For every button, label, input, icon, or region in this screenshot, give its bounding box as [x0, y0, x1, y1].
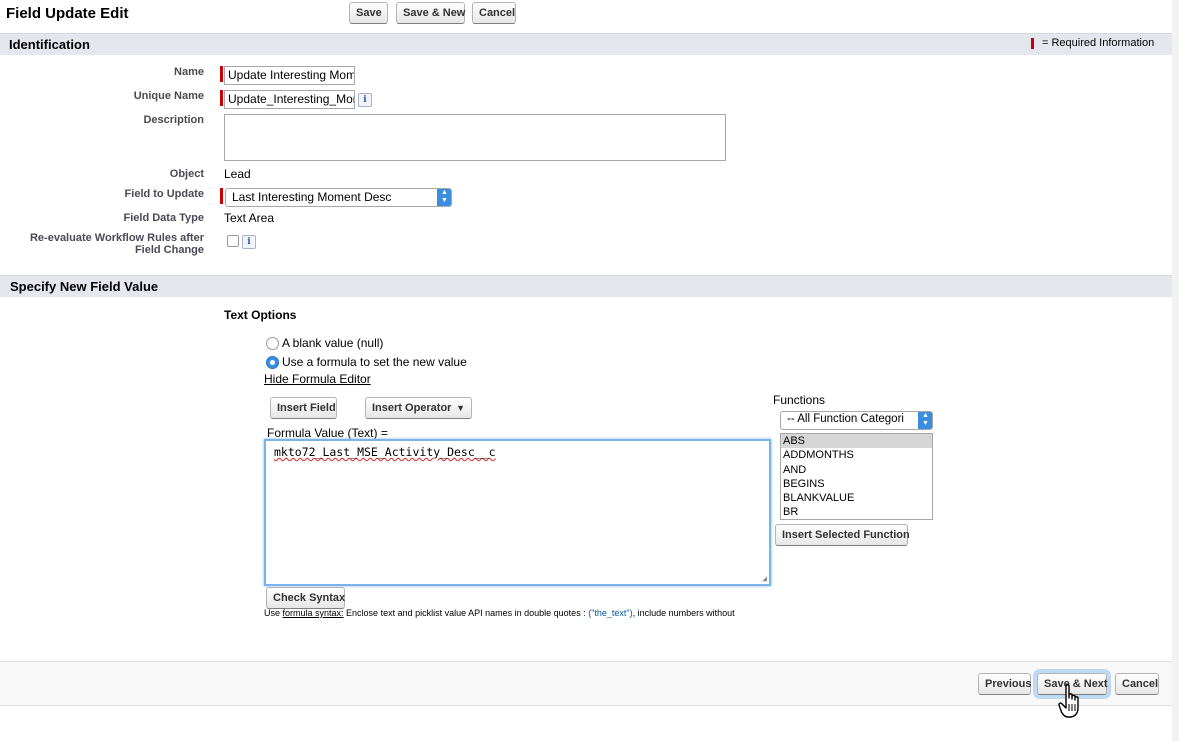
help-example: ("the_text")	[588, 608, 633, 618]
resize-handle-icon[interactable]: ◢	[762, 574, 767, 583]
formula-radio[interactable]	[266, 356, 279, 369]
insert-operator-label: Insert Operator	[372, 402, 452, 414]
window-edge	[1172, 0, 1179, 741]
field-to-update-label: Field to Update	[124, 188, 204, 200]
unique-name-info-icon[interactable]: i	[358, 93, 372, 107]
reevaluate-label: Re-evaluate Workflow Rules after Field C…	[30, 232, 204, 256]
hide-formula-editor-link[interactable]: Hide Formula Editor	[264, 372, 371, 386]
description-label: Description	[143, 114, 204, 126]
function-option[interactable]: BLANKVALUE	[781, 491, 932, 505]
formula-value-label: Formula Value (Text) =	[267, 426, 388, 440]
insert-field-button[interactable]: Insert Field	[270, 397, 337, 419]
name-label: Name	[174, 66, 204, 78]
unique-name-required-marker	[220, 90, 223, 106]
object-label: Object	[169, 168, 204, 180]
functions-listbox[interactable]: ABS ADDMONTHS AND BEGINS BLANKVALUE BR	[780, 433, 933, 520]
hand-cursor-icon	[1058, 684, 1079, 718]
field-data-type-label: Field Data Type	[123, 212, 204, 224]
reevaluate-info-icon[interactable]: i	[242, 235, 256, 249]
formula-option-label: Use a formula to set the new value	[282, 355, 467, 369]
unique-name-label: Unique Name	[133, 90, 204, 102]
reevaluate-label-line1: Re-evaluate Workflow Rules after	[29, 232, 204, 244]
select-arrows-icon: ▲ ▼	[918, 412, 932, 429]
help-text: Enclose text and picklist value API name…	[343, 608, 589, 618]
help-prefix: Use	[264, 608, 283, 618]
footer-bar: Previous Save & Next Cancel	[0, 661, 1172, 706]
name-required-marker	[220, 66, 223, 82]
field-to-update-required-marker	[220, 188, 223, 204]
name-input[interactable]: Update Interesting Mom	[224, 66, 355, 85]
blank-value-radio[interactable]	[266, 337, 279, 350]
previous-button[interactable]: Previous	[978, 673, 1031, 695]
caret-down-icon: ▼	[456, 403, 465, 413]
formula-text: mkto72_Last_MSE_Activity_Desc__c	[274, 445, 496, 459]
cancel-button-top[interactable]: Cancel	[472, 2, 516, 24]
save-new-button[interactable]: Save & New	[396, 2, 465, 24]
formula-syntax-link[interactable]: formula syntax:	[283, 608, 344, 618]
reevaluate-label-line2: Field Change	[134, 244, 204, 256]
text-options-label: Text Options	[224, 308, 297, 322]
function-option[interactable]: BR	[781, 505, 932, 519]
insert-selected-function-button[interactable]: Insert Selected Function	[775, 524, 910, 546]
field-to-update-value: Last Interesting Moment Desc	[232, 190, 392, 204]
function-category-select[interactable]: -- All Function Categori ▲ ▼	[780, 411, 933, 430]
description-textarea[interactable]	[224, 114, 726, 161]
formula-help-text: Use formula syntax: Enclose text and pic…	[264, 608, 774, 620]
identification-title: Identification	[9, 37, 90, 52]
functions-label: Functions	[773, 393, 826, 407]
select-arrows-icon: ▲ ▼	[437, 189, 451, 206]
required-marker-icon	[1031, 38, 1034, 49]
function-option[interactable]: BEGINS	[781, 477, 932, 491]
field-value-title: Specify New Field Value	[10, 279, 159, 294]
unique-name-input[interactable]: Update_Interesting_Mor	[224, 90, 355, 109]
field-to-update-select[interactable]: Last Interesting Moment Desc ▲ ▼	[225, 188, 452, 207]
identification-section-header: Identification = Required Information	[0, 33, 1172, 55]
page-title: Field Update Edit	[6, 5, 129, 22]
field-data-type-value: Text Area	[224, 211, 275, 225]
formula-editor-textarea[interactable]: mkto72_Last_MSE_Activity_Desc__c ◢	[264, 439, 771, 586]
function-option[interactable]: ABS	[781, 434, 932, 449]
reevaluate-checkbox[interactable]	[227, 235, 239, 247]
blank-value-label: A blank value (null)	[282, 336, 384, 350]
function-option[interactable]: AND	[781, 463, 932, 477]
required-legend: = Required Information	[1042, 37, 1155, 49]
insert-operator-button[interactable]: Insert Operator ▼	[365, 397, 472, 419]
check-syntax-button[interactable]: Check Syntax	[266, 587, 345, 609]
page-header: Field Update Edit Save Save & New Cancel	[0, 0, 1172, 30]
save-button[interactable]: Save	[349, 2, 388, 24]
object-value: Lead	[224, 167, 251, 181]
function-option[interactable]: ADDMONTHS	[781, 448, 932, 462]
field-value-section-header: Specify New Field Value	[0, 275, 1172, 297]
help-suffix: , include numbers without	[632, 608, 735, 618]
function-category-value: -- All Function Categori	[787, 413, 904, 425]
cancel-button-bottom[interactable]: Cancel	[1115, 673, 1159, 695]
